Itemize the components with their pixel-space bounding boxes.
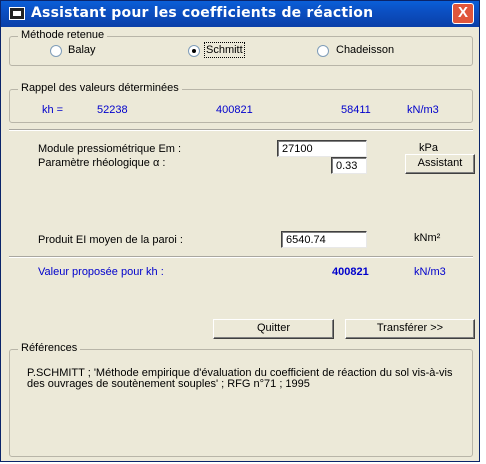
- proposition-value: 400821: [332, 266, 369, 278]
- rheo-input[interactable]: 0.33: [331, 157, 367, 174]
- proposition-label: Valeur proposée pour kh :: [38, 266, 164, 278]
- methode-group-label: Méthode retenue: [18, 29, 108, 41]
- radio-schmitt-label[interactable]: Schmitt: [204, 42, 245, 58]
- radio-chadeisson[interactable]: [317, 45, 329, 57]
- app-icon: [9, 7, 25, 20]
- proposition-unit: kN/m3: [414, 266, 446, 278]
- radio-schmitt[interactable]: [188, 45, 200, 57]
- dialog-window: Assistant pour les coefficients de réact…: [0, 0, 480, 462]
- references-group: Références: [9, 342, 473, 457]
- title-bar[interactable]: Assistant pour les coefficients de réact…: [1, 1, 479, 27]
- module-input[interactable]: 27100: [277, 140, 367, 157]
- close-button[interactable]: X: [452, 3, 474, 24]
- transferer-button[interactable]: Transférer >>: [345, 319, 475, 339]
- assistant-button[interactable]: Assistant: [405, 154, 475, 174]
- radio-chadeisson-label[interactable]: Chadeisson: [336, 44, 394, 56]
- radio-balay-label[interactable]: Balay: [68, 44, 96, 56]
- kh-unit: kN/m3: [407, 104, 439, 116]
- separator-1: [9, 129, 473, 131]
- module-unit: kPa: [419, 142, 438, 154]
- module-label: Module pressiométrique Em :: [38, 143, 182, 155]
- quitter-button[interactable]: Quitter: [213, 319, 334, 339]
- separator-2: [9, 256, 473, 258]
- rheo-label: Paramètre rhéologique α :: [38, 157, 166, 169]
- rappel-group-label: Rappel des valeurs déterminées: [18, 82, 182, 94]
- radio-balay[interactable]: [50, 45, 62, 57]
- references-group-label: Références: [18, 342, 81, 354]
- kh-value-chadeisson: 58411: [341, 104, 371, 116]
- kh-label: kh =: [42, 104, 64, 116]
- kh-value-balay: 52238: [97, 104, 128, 116]
- produit-unit: kNm²: [414, 232, 441, 244]
- produit-input[interactable]: 6540.74: [281, 231, 367, 248]
- produit-label: Produit EI moyen de la paroi :: [38, 234, 183, 246]
- window-title: Assistant pour les coefficients de réact…: [31, 5, 374, 21]
- references-text: P.SCHMITT ; 'Méthode empirique d'évaluat…: [27, 367, 453, 390]
- kh-value-schmitt: 400821: [216, 104, 253, 116]
